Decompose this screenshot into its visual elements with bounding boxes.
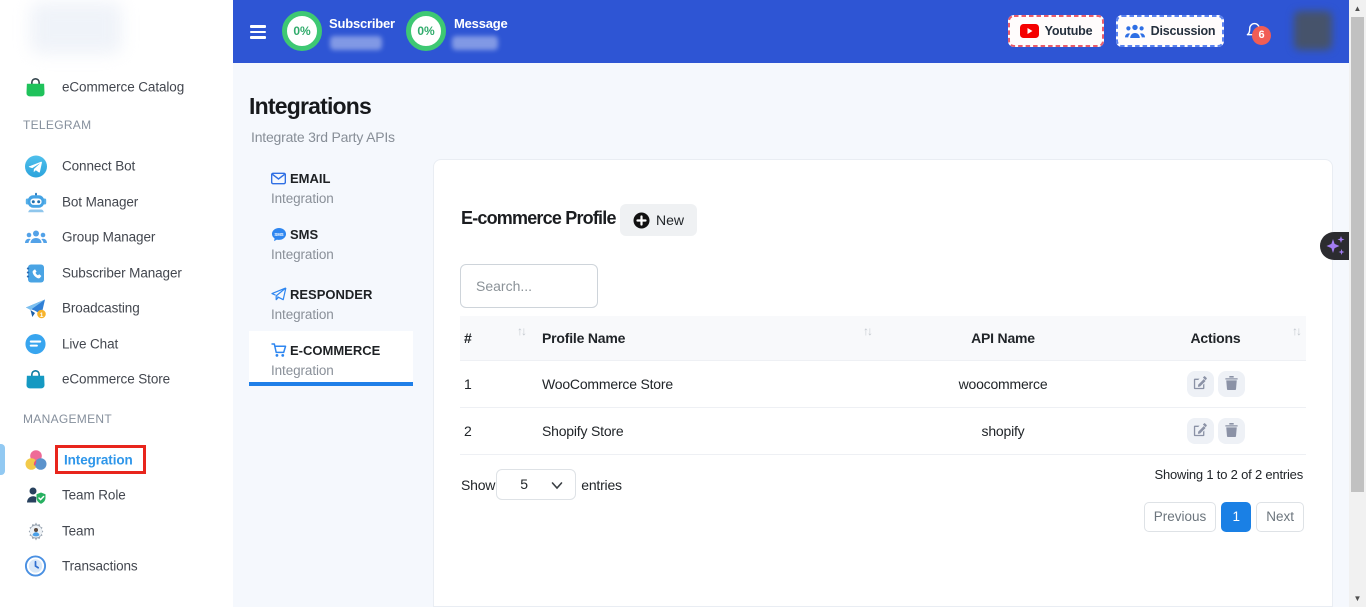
svg-text:SMS: SMS bbox=[274, 232, 283, 237]
svg-text:1: 1 bbox=[40, 312, 44, 319]
